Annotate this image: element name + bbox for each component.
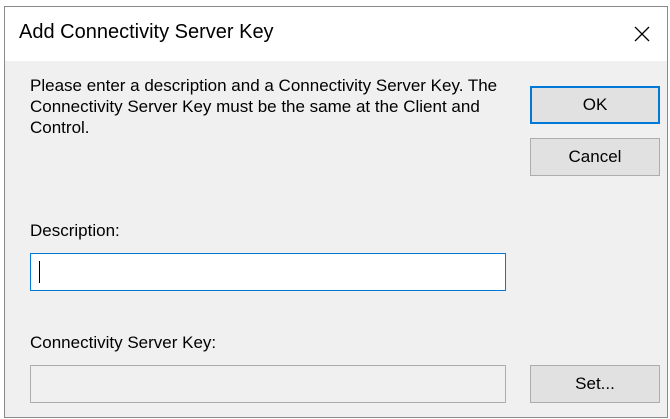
- title-bar: Add Connectivity Server Key: [5, 7, 667, 61]
- server-key-label: Connectivity Server Key:: [30, 333, 217, 352]
- text-caret: [39, 261, 40, 283]
- close-button[interactable]: [617, 7, 667, 61]
- add-connectivity-server-key-dialog: Add Connectivity Server Key Please enter…: [4, 6, 668, 418]
- description-input[interactable]: [30, 253, 506, 291]
- set-key-button[interactable]: Set...: [530, 365, 660, 403]
- ok-button[interactable]: OK: [530, 86, 660, 124]
- instructions-text: Please enter a description and a Connect…: [30, 76, 498, 137]
- dialog-title: Add Connectivity Server Key: [19, 21, 274, 43]
- description-label: Description:: [30, 221, 120, 240]
- close-icon: [633, 25, 651, 43]
- server-key-field: [30, 365, 506, 403]
- dialog-body: Please enter a description and a Connect…: [5, 61, 667, 417]
- cancel-button[interactable]: Cancel: [530, 138, 660, 176]
